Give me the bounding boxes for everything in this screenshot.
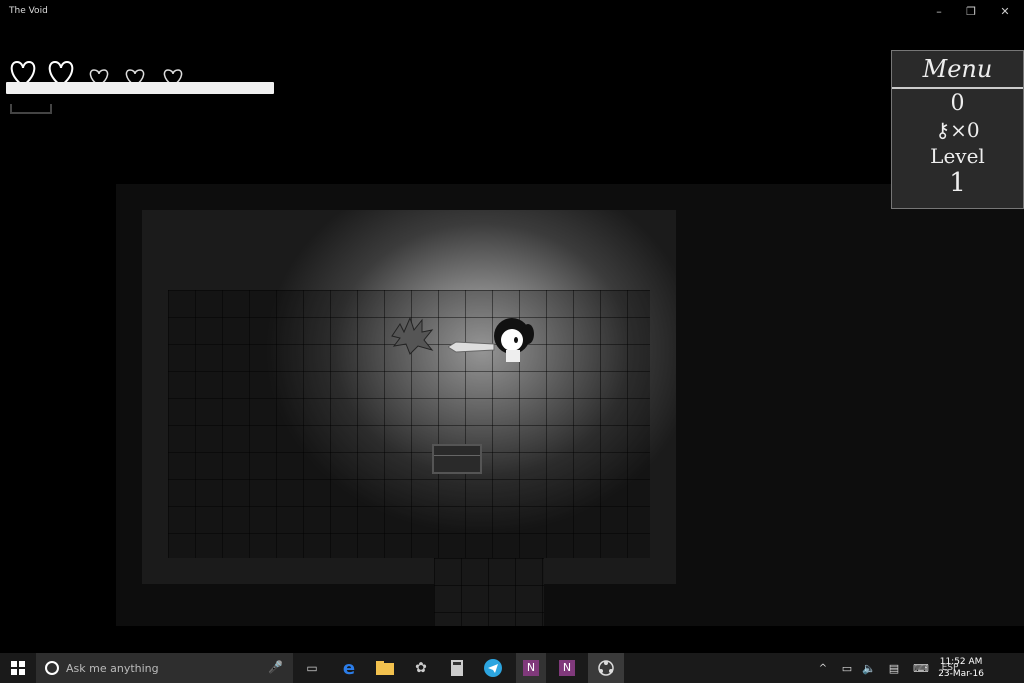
key-count: ⚷×0: [892, 118, 1023, 142]
close-button[interactable]: ✕: [990, 4, 1020, 20]
menu-panel: Menu 0 ⚷×0 Level 1: [891, 50, 1024, 209]
player-character: [494, 318, 534, 362]
spiky-enemy[interactable]: [388, 316, 436, 356]
title-bar: The Void – ❐ ✕: [0, 0, 1024, 24]
taskbar: Ask me anything 🎤 ▭ e ✿ N N ^ ▭ 🔈 ▤ ⌨ ES…: [0, 653, 1024, 683]
app-icon[interactable]: ✿: [406, 653, 436, 683]
volume-icon[interactable]: 🔈: [860, 653, 878, 683]
sword: [448, 341, 495, 353]
onenote-icon[interactable]: N: [516, 653, 546, 683]
clock[interactable]: 11:52 AM 23-Mar-16: [938, 656, 984, 680]
level-label: Level: [930, 144, 985, 168]
start-button[interactable]: [0, 653, 36, 683]
keyboard-icon[interactable]: ⌨: [910, 653, 932, 683]
windows-icon: [11, 661, 25, 675]
cortana-icon: [45, 661, 59, 675]
chevron-up-icon[interactable]: ^: [814, 653, 832, 683]
menu-button[interactable]: Menu: [892, 51, 1023, 89]
clock-date: 23-Mar-16: [938, 669, 984, 679]
restore-button[interactable]: ❐: [956, 4, 986, 20]
calculator-icon[interactable]: [442, 653, 472, 683]
score-value: 0: [950, 91, 965, 116]
game-app-icon[interactable]: [588, 653, 624, 683]
item-slot: [10, 104, 52, 114]
window-title: The Void: [9, 6, 48, 16]
level-number: 1: [949, 168, 966, 198]
onenote-icon[interactable]: N: [552, 653, 582, 683]
file-explorer-icon[interactable]: [370, 653, 400, 683]
microphone-icon[interactable]: 🎤: [268, 660, 283, 674]
task-view-icon[interactable]: ▭: [298, 653, 326, 683]
search-placeholder: Ask me anything: [66, 662, 159, 675]
game-viewport[interactable]: Menu 0 ⚷×0 Level 1: [0, 24, 1024, 654]
energy-bar: [6, 82, 274, 94]
search-box[interactable]: Ask me anything 🎤: [36, 653, 293, 683]
treasure-chest[interactable]: [432, 444, 482, 474]
minimize-button[interactable]: –: [924, 4, 954, 20]
edge-icon[interactable]: e: [334, 653, 364, 683]
telegram-icon[interactable]: [478, 653, 508, 683]
battery-icon[interactable]: ▭: [838, 653, 856, 683]
clock-time: 11:52 AM: [939, 657, 983, 667]
notification-icon[interactable]: ▤: [884, 653, 904, 683]
key-icon: ⚷: [935, 118, 951, 142]
key-count-label: ×0: [950, 118, 980, 142]
corridor: [434, 558, 544, 626]
